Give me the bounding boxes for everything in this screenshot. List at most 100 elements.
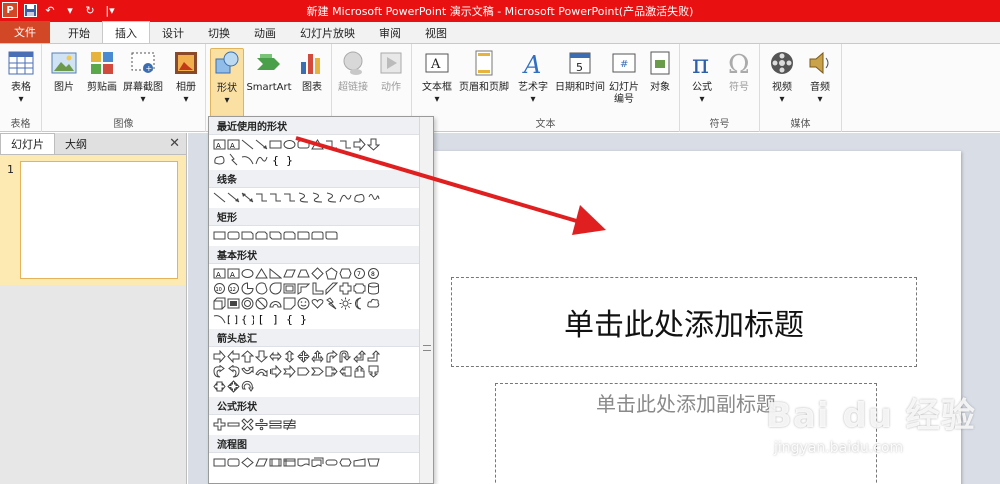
- video-button[interactable]: 视频 ▾: [762, 48, 802, 112]
- snip-round-rectangle-shape-icon[interactable]: [283, 229, 296, 242]
- tab-view[interactable]: 视图: [413, 23, 459, 43]
- right-arrow-callout-shape-icon[interactable]: [325, 365, 338, 378]
- symbol-button[interactable]: Ω 符号: [720, 48, 758, 112]
- circular-arrow-shape-icon[interactable]: [241, 380, 254, 393]
- lightning-shape-icon[interactable]: [227, 153, 240, 166]
- l-shape-icon[interactable]: [311, 282, 324, 295]
- wordart-button[interactable]: A 艺术字 ▾: [510, 48, 556, 112]
- arc-shape-icon[interactable]: [213, 312, 226, 325]
- trapezoid-shape-icon[interactable]: [297, 267, 310, 280]
- snip-corner-rectangle-shape-icon[interactable]: [241, 229, 254, 242]
- vertical-textbox-shape-icon[interactable]: A: [227, 138, 240, 151]
- title-placeholder[interactable]: 单击此处添加标题: [451, 277, 917, 367]
- shapes-button[interactable]: 形状 ▾: [210, 48, 244, 118]
- no-symbol-shape-icon[interactable]: [255, 297, 268, 310]
- oval-shape-icon[interactable]: [241, 267, 254, 280]
- divide-shape-icon[interactable]: [255, 418, 268, 431]
- oval-shape-icon[interactable]: [283, 138, 296, 151]
- double-brace-shape-icon[interactable]: { }: [241, 312, 254, 325]
- picture-button[interactable]: 图片: [44, 48, 84, 112]
- curve-shape-icon[interactable]: [255, 153, 268, 166]
- flowchart-data-icon[interactable]: [255, 456, 268, 469]
- slide-thumbnail[interactable]: [20, 161, 178, 279]
- equation-button[interactable]: π 公式 ▾: [682, 48, 722, 112]
- cloud-shape-icon[interactable]: [367, 297, 380, 310]
- left-arrow-shape-icon[interactable]: [227, 350, 240, 363]
- cross-shape-icon[interactable]: [339, 282, 352, 295]
- curved-arrow-connector-shape-icon[interactable]: [311, 191, 324, 204]
- shapes-scrollbar[interactable]: [419, 117, 433, 483]
- curved-double-arrow-connector-shape-icon[interactable]: [325, 191, 338, 204]
- tab-outline[interactable]: 大纲: [55, 134, 97, 154]
- elbow-connector-shape-icon[interactable]: [325, 138, 338, 151]
- tab-insert[interactable]: 插入: [102, 21, 150, 43]
- scribble-shape-icon[interactable]: [367, 191, 380, 204]
- flowchart-multidocument-icon[interactable]: [311, 456, 324, 469]
- pentagon-arrow-shape-icon[interactable]: [297, 365, 310, 378]
- header-footer-button[interactable]: 页眉和页脚: [456, 48, 512, 112]
- close-icon[interactable]: ✕: [169, 136, 180, 151]
- snip-diagonal-rectangle-shape-icon[interactable]: [269, 229, 282, 242]
- left-right-arrow-callout-shape-icon[interactable]: [213, 380, 226, 393]
- curved-down-arrow-shape-icon[interactable]: [255, 365, 268, 378]
- frame-shape-icon[interactable]: [283, 282, 296, 295]
- screenshot-button[interactable]: + 屏幕截图 ▾: [120, 48, 166, 112]
- up-arrow-shape-icon[interactable]: [241, 350, 254, 363]
- multiply-shape-icon[interactable]: [241, 418, 254, 431]
- pie-shape-icon[interactable]: [241, 282, 254, 295]
- plaque-shape-icon[interactable]: [353, 282, 366, 295]
- triangle-shape-icon[interactable]: [255, 267, 268, 280]
- chevron-arrow-shape-icon[interactable]: [311, 365, 324, 378]
- rounded-rectangle-shape-icon[interactable]: [227, 229, 240, 242]
- action-button[interactable]: 动作: [372, 48, 410, 112]
- object-button[interactable]: 对象: [642, 48, 678, 112]
- elbow-connector-shape-icon[interactable]: [255, 191, 268, 204]
- tab-transitions[interactable]: 切换: [196, 23, 242, 43]
- curved-up-arrow-shape-icon[interactable]: [241, 365, 254, 378]
- line-shape-icon[interactable]: [241, 138, 254, 151]
- quad-arrow-shape-icon[interactable]: [297, 350, 310, 363]
- left-arrow-callout-shape-icon[interactable]: [339, 365, 352, 378]
- clipart-button[interactable]: 剪贴画: [82, 48, 122, 112]
- teardrop-shape-icon[interactable]: [269, 282, 282, 295]
- moon-shape-icon[interactable]: [353, 297, 366, 310]
- quad-arrow-callout-shape-icon[interactable]: [227, 380, 240, 393]
- up-down-arrow-shape-icon[interactable]: [283, 350, 296, 363]
- slide-thumbnail-row[interactable]: 1: [0, 155, 186, 285]
- rectangle-shape-icon[interactable]: [269, 138, 282, 151]
- textbox-shape-icon[interactable]: A: [213, 267, 226, 280]
- left-brace-shape-icon[interactable]: {: [269, 153, 282, 166]
- smartart-button[interactable]: SmartArt: [246, 48, 292, 112]
- curve-shape-icon[interactable]: [339, 191, 352, 204]
- elbow-arrow-connector-shape-icon[interactable]: [339, 138, 352, 151]
- flowchart-alternate-process-icon[interactable]: [227, 456, 240, 469]
- flowchart-manual-input-icon[interactable]: [353, 456, 366, 469]
- right-brace-shape-icon[interactable]: }: [297, 312, 310, 325]
- bent-up-arrow-shape-icon[interactable]: [367, 350, 380, 363]
- hexagon-shape-icon[interactable]: [339, 267, 352, 280]
- folded-corner-shape-icon[interactable]: [283, 297, 296, 310]
- plus-shape-icon[interactable]: [213, 418, 226, 431]
- flowchart-decision-icon[interactable]: [241, 456, 254, 469]
- elbow-double-arrow-connector-shape-icon[interactable]: [283, 191, 296, 204]
- double-bracket-shape-icon[interactable]: [ ]: [227, 312, 240, 325]
- sun-shape-icon[interactable]: [339, 297, 352, 310]
- right-arrow-shape-icon[interactable]: [353, 138, 366, 151]
- pentagon-shape-icon[interactable]: [325, 267, 338, 280]
- triangle-shape-icon[interactable]: [311, 138, 324, 151]
- tab-animations[interactable]: 动画: [242, 23, 288, 43]
- left-brace-shape-icon[interactable]: {: [283, 312, 296, 325]
- minus-shape-icon[interactable]: [227, 418, 240, 431]
- double-arrow-line-shape-icon[interactable]: [241, 191, 254, 204]
- slide-number-button[interactable]: # 幻灯片 编号: [604, 48, 644, 112]
- datetime-button[interactable]: 5 日期和时间: [552, 48, 608, 112]
- flowchart-internal-storage-icon[interactable]: [283, 456, 296, 469]
- block-arc-shape-icon[interactable]: [269, 297, 282, 310]
- left-right-arrow-shape-icon[interactable]: [269, 350, 282, 363]
- round-diagonal-rectangle-shape-icon[interactable]: [325, 229, 338, 242]
- flowchart-document-icon[interactable]: [297, 456, 310, 469]
- u-turn-arrow-shape-icon[interactable]: [339, 350, 352, 363]
- round-corner-rectangle-shape-icon[interactable]: [297, 229, 310, 242]
- right-brace-shape-icon[interactable]: }: [283, 153, 296, 166]
- curved-left-arrow-shape-icon[interactable]: [227, 365, 240, 378]
